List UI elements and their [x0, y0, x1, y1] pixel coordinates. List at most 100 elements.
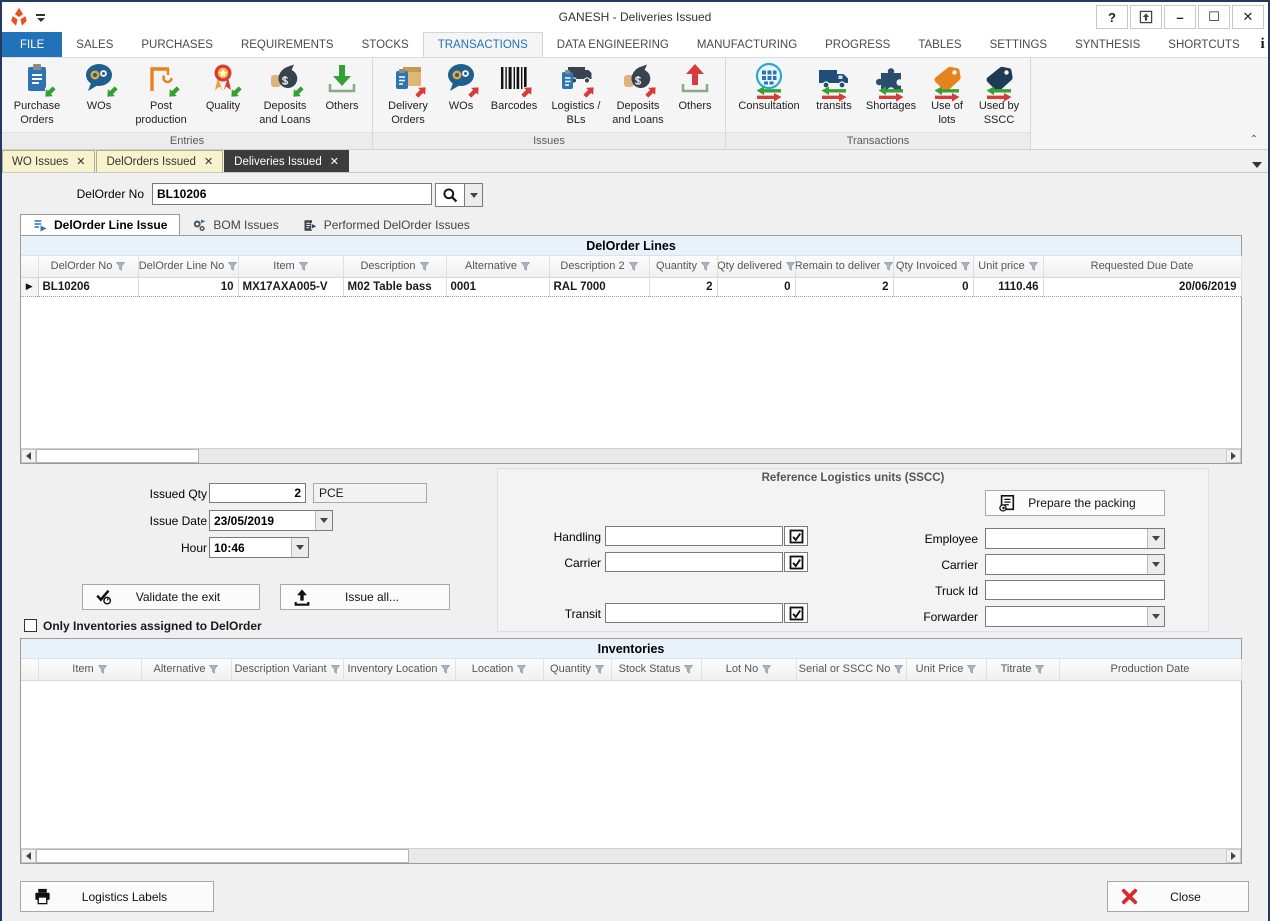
- filter-icon[interactable]: [517, 665, 526, 674]
- filter-icon[interactable]: [894, 665, 903, 674]
- column-header[interactable]: Stock Status: [611, 659, 701, 680]
- column-header[interactable]: Quantity: [543, 659, 611, 680]
- others-entry-button[interactable]: Others: [316, 60, 368, 114]
- carrier2-input[interactable]: [986, 555, 1147, 574]
- truck-id-input[interactable]: [985, 580, 1165, 600]
- doc-tab-wo-issues[interactable]: WO Issues ✕: [2, 150, 95, 172]
- forwarder-input[interactable]: [986, 607, 1147, 626]
- consultation-button[interactable]: Consultation: [730, 60, 808, 114]
- menu-tab-requirements[interactable]: REQUIREMENTS: [227, 32, 348, 57]
- carrier-sscc-input[interactable]: [605, 552, 783, 572]
- scroll-right-icon[interactable]: [1226, 449, 1241, 463]
- column-header[interactable]: Requested Due Date: [1043, 256, 1241, 277]
- filter-icon[interactable]: [595, 665, 604, 674]
- delivery-orders-button[interactable]: Delivery Orders: [377, 60, 439, 128]
- others-issue-button[interactable]: Others: [669, 60, 721, 114]
- filter-icon[interactable]: [961, 262, 970, 271]
- ribbon-collapse-icon[interactable]: ⌃: [1250, 134, 1258, 145]
- filter-icon[interactable]: [228, 262, 237, 271]
- issue-all-button[interactable]: Issue all...: [280, 584, 450, 610]
- scroll-left-icon[interactable]: [21, 849, 36, 863]
- filter-icon[interactable]: [967, 665, 976, 674]
- scrollbar-thumb[interactable]: [36, 849, 409, 863]
- carrier2-select[interactable]: [985, 554, 1165, 575]
- used-by-sscc-button[interactable]: Used by SSCC: [972, 60, 1026, 128]
- filter-icon[interactable]: [629, 262, 638, 271]
- tab-list-dropdown-icon[interactable]: [1252, 162, 1262, 168]
- column-header[interactable]: Alternative: [141, 659, 231, 680]
- column-header[interactable]: Titrate: [986, 659, 1059, 680]
- handling-validate-button[interactable]: [784, 526, 808, 546]
- carrier-validate-button[interactable]: [784, 552, 808, 572]
- wos-issue-button[interactable]: WOs: [439, 60, 483, 114]
- issue-date-picker[interactable]: [209, 510, 333, 531]
- tab-close-icon[interactable]: ✕: [330, 155, 339, 168]
- column-header[interactable]: Qty Invoiced: [893, 256, 973, 277]
- minimize-button[interactable]: –: [1164, 5, 1196, 29]
- logistics-labels-button[interactable]: Logistics Labels: [20, 881, 214, 912]
- menu-tab-settings[interactable]: SETTINGS: [976, 32, 1062, 57]
- column-header[interactable]: Remain to deliver: [795, 256, 893, 277]
- filter-icon[interactable]: [1035, 665, 1044, 674]
- horizontal-scrollbar[interactable]: [21, 448, 1241, 463]
- menu-tab-stocks[interactable]: STOCKS: [348, 32, 423, 57]
- shortages-button[interactable]: Shortages: [860, 60, 922, 114]
- filter-icon[interactable]: [884, 262, 893, 271]
- filter-icon[interactable]: [98, 665, 107, 674]
- wos-entry-button[interactable]: WOs: [68, 60, 130, 114]
- only-assigned-checkbox[interactable]: [24, 619, 37, 632]
- tab-close-icon[interactable]: ✕: [76, 155, 85, 168]
- scroll-left-icon[interactable]: [21, 449, 36, 463]
- column-header[interactable]: Description 2: [549, 256, 649, 277]
- filter-icon[interactable]: [701, 262, 710, 271]
- maximize-button[interactable]: ☐: [1198, 5, 1230, 29]
- menu-tab-tables[interactable]: TABLES: [904, 32, 975, 57]
- barcodes-button[interactable]: Barcodes: [483, 60, 545, 114]
- doc-tab-deliveries-issued[interactable]: Deliveries Issued ✕: [224, 150, 349, 172]
- close-window-button[interactable]: ✕: [1232, 5, 1264, 29]
- purchase-orders-button[interactable]: Purchase Orders: [6, 60, 68, 128]
- employee-input[interactable]: [986, 529, 1147, 548]
- filter-icon[interactable]: [441, 665, 450, 674]
- logistics-bls-button[interactable]: Logistics / BLs: [545, 60, 607, 128]
- filter-icon[interactable]: [116, 262, 125, 271]
- filter-icon[interactable]: [299, 262, 308, 271]
- hour-picker[interactable]: [209, 537, 309, 558]
- tab-delorder-line-issue[interactable]: DelOrder Line Issue: [20, 214, 180, 236]
- pin-ribbon-button[interactable]: [1130, 5, 1162, 29]
- filter-icon[interactable]: [1029, 262, 1038, 271]
- forwarder-select[interactable]: [985, 606, 1165, 627]
- menu-tab-purchases[interactable]: PURCHASES: [127, 32, 227, 57]
- delorder-no-input[interactable]: [152, 183, 432, 205]
- handling-input[interactable]: [605, 526, 783, 546]
- filter-icon[interactable]: [521, 262, 530, 271]
- filter-icon[interactable]: [209, 665, 218, 674]
- help-button[interactable]: ?: [1096, 5, 1128, 29]
- info-icon[interactable]: i: [1254, 36, 1270, 54]
- close-button[interactable]: Close: [1107, 881, 1249, 912]
- column-header[interactable]: DelOrder No: [38, 256, 138, 277]
- menu-tab-data-engineering[interactable]: DATA ENGINEERING: [543, 32, 683, 57]
- filter-icon[interactable]: [786, 262, 795, 271]
- use-of-lots-button[interactable]: Use of lots: [922, 60, 972, 128]
- column-header[interactable]: Item: [38, 659, 141, 680]
- column-header[interactable]: Description Variant: [231, 659, 343, 680]
- filter-icon[interactable]: [331, 665, 340, 674]
- column-header[interactable]: DelOrder Line No: [138, 256, 238, 277]
- deposits-loans-issue-button[interactable]: Deposits and Loans: [607, 60, 669, 128]
- search-dropdown-button[interactable]: [465, 183, 483, 207]
- scroll-right-icon[interactable]: [1226, 849, 1241, 863]
- scrollbar-thumb[interactable]: [36, 449, 199, 463]
- transit-validate-button[interactable]: [784, 603, 808, 623]
- menu-tab-progress[interactable]: PROGRESS: [811, 32, 904, 57]
- issue-date-input[interactable]: [210, 511, 315, 530]
- validate-exit-button[interactable]: Validate the exit: [82, 584, 260, 610]
- hour-input[interactable]: [210, 538, 291, 557]
- column-header[interactable]: Quantity: [649, 256, 717, 277]
- search-button[interactable]: [435, 183, 483, 207]
- quality-button[interactable]: Quality: [192, 60, 254, 114]
- menu-tab-shortcuts[interactable]: SHORTCUTS: [1154, 32, 1253, 57]
- menu-tab-sales[interactable]: SALES: [62, 32, 127, 57]
- column-header[interactable]: Description: [343, 256, 446, 277]
- tab-performed-delorder-issues[interactable]: Performed DelOrder Issues: [291, 214, 482, 236]
